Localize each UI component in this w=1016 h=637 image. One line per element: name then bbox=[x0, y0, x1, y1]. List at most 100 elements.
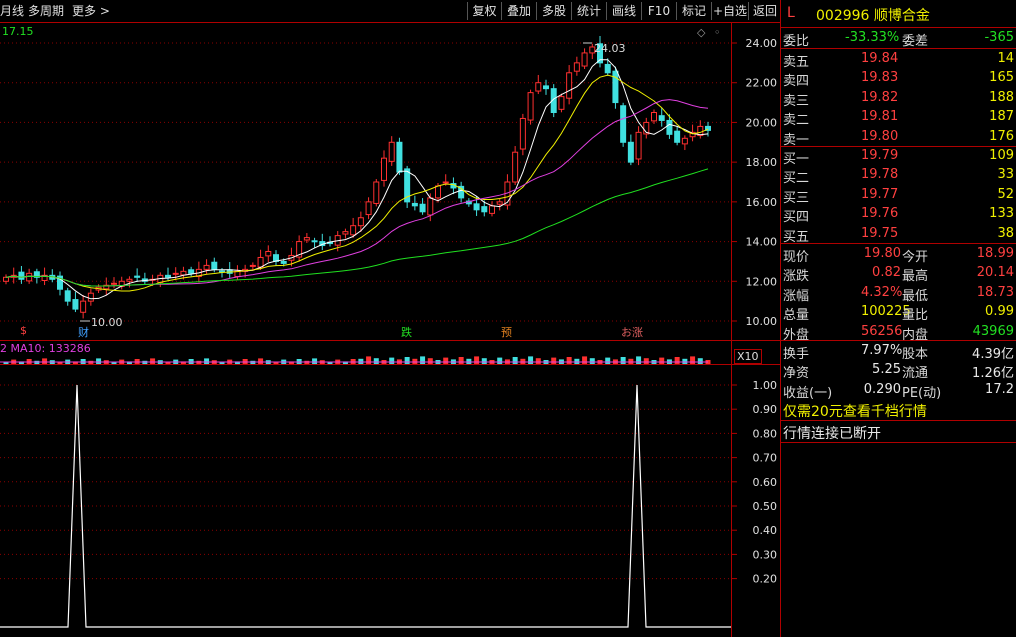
bid-label: 买五 bbox=[783, 229, 810, 245]
ask-label: 卖四 bbox=[783, 74, 810, 90]
volume-bar bbox=[366, 356, 372, 364]
candlestick bbox=[489, 205, 495, 214]
multi-stock-button[interactable]: 多股 bbox=[536, 2, 571, 20]
promo-text[interactable]: 仅需20元查看千档行情 bbox=[783, 401, 927, 421]
ask-row[interactable]: 卖二 19.81 187 bbox=[781, 108, 1016, 128]
diamond-icon[interactable]: ◇ bbox=[697, 26, 705, 39]
candlestick bbox=[674, 130, 681, 143]
moving-average-lines bbox=[5, 42, 709, 322]
candlestick bbox=[265, 251, 272, 257]
fundamental-value: 1.26亿 bbox=[972, 366, 1014, 382]
stat-label: 最低 bbox=[902, 288, 929, 304]
volume-bar bbox=[674, 357, 680, 364]
candlestick bbox=[188, 269, 195, 274]
volume-bar bbox=[443, 357, 449, 364]
bid-row[interactable]: 买三 19.77 52 bbox=[781, 186, 1016, 206]
rise-marker[interactable]: お涨 bbox=[621, 324, 643, 340]
indicator-tick-label: 0.20 bbox=[753, 573, 778, 586]
candlestick bbox=[381, 157, 387, 181]
bid-price: 19.78 bbox=[861, 167, 899, 183]
bid-volume: 109 bbox=[989, 148, 1014, 163]
divider bbox=[781, 420, 1016, 421]
volume-bar bbox=[589, 358, 595, 364]
volume-bar bbox=[96, 358, 102, 364]
fundamental-row: 净资 5.25 流通 1.26亿 bbox=[781, 361, 1016, 382]
stat-value: 4.32% bbox=[861, 284, 903, 300]
stock-code-name[interactable]: 002996 顺博合金 bbox=[816, 5, 930, 25]
finance-marker[interactable]: 财 bbox=[78, 324, 89, 340]
volume-bar bbox=[258, 358, 264, 364]
divider bbox=[781, 48, 1016, 49]
volume-bar bbox=[620, 357, 626, 364]
bid-label: 买四 bbox=[783, 210, 810, 226]
statistics-button[interactable]: 统计 bbox=[571, 2, 606, 20]
volume-bar bbox=[520, 358, 526, 364]
candlestick bbox=[165, 274, 171, 278]
adjust-button[interactable]: 复权 bbox=[467, 2, 501, 20]
ask-row[interactable]: 卖五 19.84 14 bbox=[781, 50, 1016, 70]
fundamental-label: 净资 bbox=[783, 366, 810, 382]
kline-chart[interactable]: 24.00 22.00 20.00 18.00 16.00 14.00 12.00 10.00 bbox=[0, 23, 780, 340]
candlestick bbox=[280, 260, 287, 264]
stat-value: 56256 bbox=[861, 323, 903, 339]
candlestick bbox=[180, 270, 187, 276]
ask-volume: 14 bbox=[997, 51, 1014, 66]
candlestick bbox=[3, 276, 9, 282]
mark-button[interactable]: 标记 bbox=[676, 2, 711, 20]
settings-dot-icon[interactable]: ◦ bbox=[714, 26, 721, 39]
f10-button[interactable]: F10 bbox=[641, 2, 676, 20]
indicator-chart[interactable]: 1.00 0.90 0.80 0.70 0.60 0.50 0.40 0.30 0.20 bbox=[0, 365, 780, 637]
candlestick bbox=[396, 141, 403, 173]
candlestick bbox=[612, 70, 619, 104]
candlestick bbox=[512, 151, 519, 183]
ask-row[interactable]: 卖一 19.80 176 bbox=[781, 128, 1016, 148]
draw-line-button[interactable]: 画线 bbox=[606, 2, 641, 20]
volume-bar bbox=[690, 356, 696, 364]
indicator-tick-label: 0.70 bbox=[753, 452, 778, 465]
volume-bar bbox=[582, 356, 588, 364]
candlestick bbox=[435, 185, 441, 199]
add-favorite-button[interactable]: +自选 bbox=[711, 2, 748, 20]
weicha-label: 委差 bbox=[902, 34, 929, 49]
candlestick bbox=[473, 203, 480, 211]
stat-label: 今开 bbox=[902, 250, 929, 265]
volume-zoom-button[interactable]: X10 bbox=[734, 349, 762, 364]
high-price-marker: 24.03 bbox=[594, 42, 626, 55]
ma10-line bbox=[5, 74, 709, 292]
multi-period-button[interactable]: 多周期 bbox=[28, 2, 64, 19]
bid-row[interactable]: 买四 19.76 133 bbox=[781, 205, 1016, 226]
forecast-marker[interactable]: 预 bbox=[501, 324, 512, 340]
stat-value: 18.99 bbox=[976, 246, 1014, 261]
monthly-period-button[interactable]: 月线 bbox=[0, 2, 24, 19]
fundamental-label: 换手 bbox=[783, 347, 810, 362]
candlestick bbox=[134, 275, 141, 278]
back-button[interactable]: 返回 bbox=[748, 2, 781, 20]
promo-link[interactable]: 仅需20元查看千档行情 bbox=[781, 400, 1016, 421]
volume-bar bbox=[551, 357, 557, 364]
bid-row[interactable]: 买五 19.75 38 bbox=[781, 225, 1016, 245]
overlay-button[interactable]: 叠加 bbox=[501, 2, 536, 20]
volume-bar bbox=[535, 358, 541, 364]
bid-volume: 33 bbox=[997, 167, 1014, 183]
bid-price: 19.75 bbox=[861, 225, 899, 241]
drop-marker[interactable]: 跌 bbox=[401, 324, 412, 340]
weibi-value: -33.33% bbox=[845, 30, 900, 45]
fundamental-label: 流通 bbox=[902, 366, 929, 382]
ask-price: 19.80 bbox=[861, 128, 899, 144]
bid-price: 19.77 bbox=[861, 186, 899, 202]
volume-bar bbox=[643, 358, 649, 364]
volume-bar bbox=[697, 358, 703, 364]
ma20-line bbox=[5, 99, 709, 287]
stat-value: 19.80 bbox=[863, 246, 901, 261]
dividend-marker[interactable]: $ bbox=[20, 324, 27, 337]
candlestick bbox=[211, 261, 218, 270]
more-button[interactable]: 更多 > bbox=[72, 2, 110, 19]
bid-row[interactable]: 买一 19.79 109 bbox=[781, 147, 1016, 167]
bid-row[interactable]: 买二 19.78 33 bbox=[781, 166, 1016, 186]
candlestick bbox=[342, 231, 349, 235]
ask-row[interactable]: 卖三 19.82 188 bbox=[781, 89, 1016, 109]
ask-row[interactable]: 卖四 19.83 165 bbox=[781, 69, 1016, 90]
indicator-line bbox=[0, 384, 731, 628]
stat-label: 量比 bbox=[902, 308, 929, 324]
bid-price: 19.76 bbox=[861, 206, 899, 222]
